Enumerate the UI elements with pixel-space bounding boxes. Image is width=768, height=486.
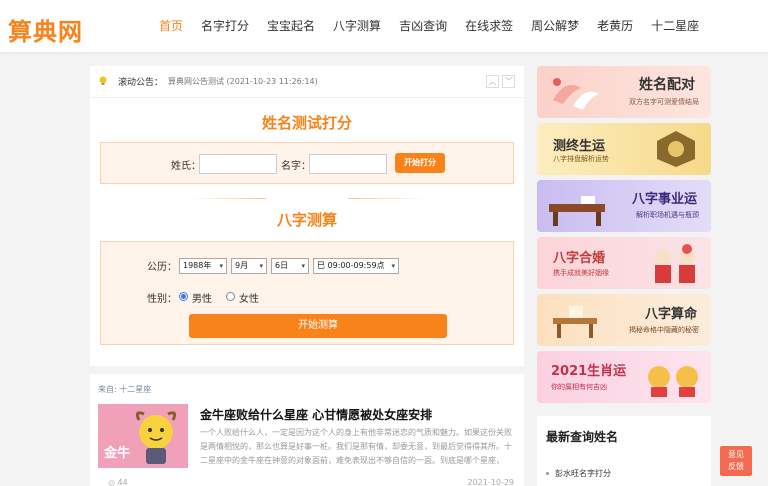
ox-cartoon-icon	[648, 366, 698, 397]
banner-name-match[interactable]: 姓名配对 双方名字可测爱情结局	[537, 66, 711, 118]
divider-right	[348, 198, 426, 199]
month-value: 9月	[235, 261, 249, 270]
banner-title: 八字事业运	[631, 192, 697, 207]
banner-title: 八字合婚	[553, 251, 606, 266]
article-summary: 一个人败给什么人，一定是因为这个人的身上有他非常迷恋的气质和魅力。如果这份关败是…	[200, 428, 512, 465]
bazi-form: 公历： 1988年 ▾ 9月 ▾ 6日 ▾ 巳 09:00-09:59点 ▾ 性别： 男…	[100, 241, 514, 345]
chevron-down-icon: ▾	[259, 262, 263, 270]
nav-item-home[interactable]: 首页	[159, 0, 183, 52]
notice-label: 滚动公告：	[118, 78, 164, 88]
name-test-title: 姓名测试打分	[261, 114, 352, 132]
header: 算典网 首页 名字打分 宝宝起名 八字测算 吉凶查询 在线求签 周公解梦 老黄历…	[0, 0, 768, 52]
name-label: 名字：	[281, 161, 311, 172]
view-count: ◎ 44	[108, 478, 128, 486]
article-title[interactable]: 金牛座败给什么星座 心甘情愿被处女座安排	[200, 406, 432, 423]
article-card[interactable]: 来自: 十二星座 金牛 金牛座败给什么星座 心甘情愿被处女座安排 一个人败给什么…	[90, 374, 524, 486]
day-value: 6日	[275, 261, 289, 270]
banner-subtitle: 你的属相有何吉凶	[551, 383, 607, 391]
article-date: 2021-10-29	[467, 478, 515, 486]
nav-item-almanac[interactable]: 老黄历	[597, 0, 633, 52]
article-source[interactable]: 来自: 十二星座	[98, 384, 151, 395]
banner-career[interactable]: 八字事业运 解析职场机遇与瓶颈	[537, 180, 711, 232]
calendar-label: 公历：	[147, 262, 177, 273]
banner-subtitle: 八字排盘解析运势	[553, 155, 609, 163]
nav-item-dream[interactable]: 周公解梦	[531, 0, 579, 52]
day-select[interactable]: 6日 ▾	[271, 258, 309, 274]
site-logo[interactable]: 算典网	[8, 12, 83, 47]
female-radio[interactable]	[226, 292, 235, 301]
chevron-down-icon: ▾	[301, 262, 305, 270]
couple-icon	[655, 244, 695, 283]
study-desk-icon	[553, 306, 597, 338]
list-item-label: 彭水旺名字打分	[555, 469, 611, 478]
year-value: 1988年	[183, 261, 212, 270]
banner-title: 姓名配对	[639, 77, 695, 93]
year-select[interactable]: 1988年 ▾	[179, 258, 227, 274]
nav-item-baby-naming[interactable]: 宝宝起名	[267, 0, 315, 52]
bazi-title: 八字测算	[276, 211, 337, 229]
banner-title: 测终生运	[553, 139, 606, 154]
main-nav: 首页 名字打分 宝宝起名 八字测算 吉凶查询 在线求签 周公解梦 老黄历 十二星…	[150, 0, 708, 52]
nav-item-fortune-query[interactable]: 吉凶查询	[399, 0, 447, 52]
banner-fortune-telling[interactable]: 八字算命 揭秘命格中隐藏的秘密	[537, 294, 711, 346]
male-label[interactable]: 男性	[192, 290, 212, 305]
banner-subtitle: 携手成就美好姻缘	[553, 269, 609, 277]
banner-title: 2021生肖运	[551, 364, 627, 379]
chevron-down-icon: ▾	[219, 262, 223, 270]
female-label[interactable]: 女性	[239, 290, 259, 305]
view-count-value: 44	[117, 478, 128, 486]
start-bazi-button[interactable]: 开始测算	[189, 314, 447, 338]
nav-item-online-lot[interactable]: 在线求签	[465, 0, 513, 52]
hour-select[interactable]: 巳 09:00-09:59点 ▾	[313, 258, 399, 274]
cranes-icon	[553, 78, 599, 110]
feedback-line1: 意见	[728, 450, 744, 459]
banner-subtitle: 解析职场机遇与瓶颈	[636, 211, 699, 219]
thumbnail-text: 金牛	[104, 446, 131, 461]
banner-title: 八字算命	[644, 307, 697, 322]
feedback-line2: 反馈	[728, 462, 744, 471]
notice-text[interactable]: 算典网公告测试 (2021-10-23 11:26:14)	[168, 76, 318, 87]
start-score-button[interactable]: 开始打分	[395, 153, 445, 173]
list-item[interactable]: 彭水旺名字打分	[546, 468, 611, 479]
latest-names-title: 最新查询姓名	[546, 430, 619, 444]
latest-names-panel: 最新查询姓名 彭水旺名字打分	[537, 416, 711, 486]
notice-prev-button[interactable]: ︿	[486, 75, 499, 88]
nav-item-name-score[interactable]: 名字打分	[201, 0, 249, 52]
bagua-icon	[657, 131, 695, 167]
divider-left	[188, 198, 266, 199]
nav-item-bazi[interactable]: 八字测算	[333, 0, 381, 52]
hour-value: 巳 09:00-09:59点	[317, 261, 385, 270]
gender-label: 性别：	[147, 294, 177, 305]
male-radio[interactable]	[179, 292, 188, 301]
banner-marriage[interactable]: 八字合婚 携手成就美好姻缘	[537, 237, 711, 289]
banner-life-fortune[interactable]: 测终生运 八字排盘解析运势	[537, 123, 711, 175]
banner-subtitle: 揭秘命格中隐藏的秘密	[629, 326, 699, 334]
desk-icon	[549, 196, 605, 226]
surname-input[interactable]	[199, 154, 277, 174]
banner-zodiac-2021[interactable]: 2021生肖运 你的属相有何吉凶	[537, 351, 711, 403]
main-panel: 滚动公告： 算典网公告测试 (2021-10-23 11:26:14) ︿ ﹀ …	[90, 66, 524, 366]
notice-next-button[interactable]: ﹀	[502, 75, 515, 88]
chevron-down-icon: ▾	[391, 262, 395, 270]
surname-label: 姓氏：	[171, 161, 201, 172]
nav-item-zodiac[interactable]: 十二星座	[651, 0, 699, 52]
article-thumbnail[interactable]: 金牛	[98, 404, 188, 468]
eye-icon: ◎	[108, 478, 115, 486]
bullet-icon	[546, 472, 549, 475]
name-test-form: 姓氏： 名字： 开始打分	[100, 142, 514, 184]
banner-subtitle: 双方名字可测爱情结局	[629, 98, 699, 106]
notice-bar: 滚动公告： 算典网公告测试 (2021-10-23 11:26:14) ︿ ﹀	[90, 66, 524, 98]
feedback-button[interactable]: 意见 反馈	[720, 446, 752, 476]
name-input[interactable]	[309, 154, 387, 174]
bulb-icon	[99, 76, 107, 85]
month-select[interactable]: 9月 ▾	[231, 258, 267, 274]
